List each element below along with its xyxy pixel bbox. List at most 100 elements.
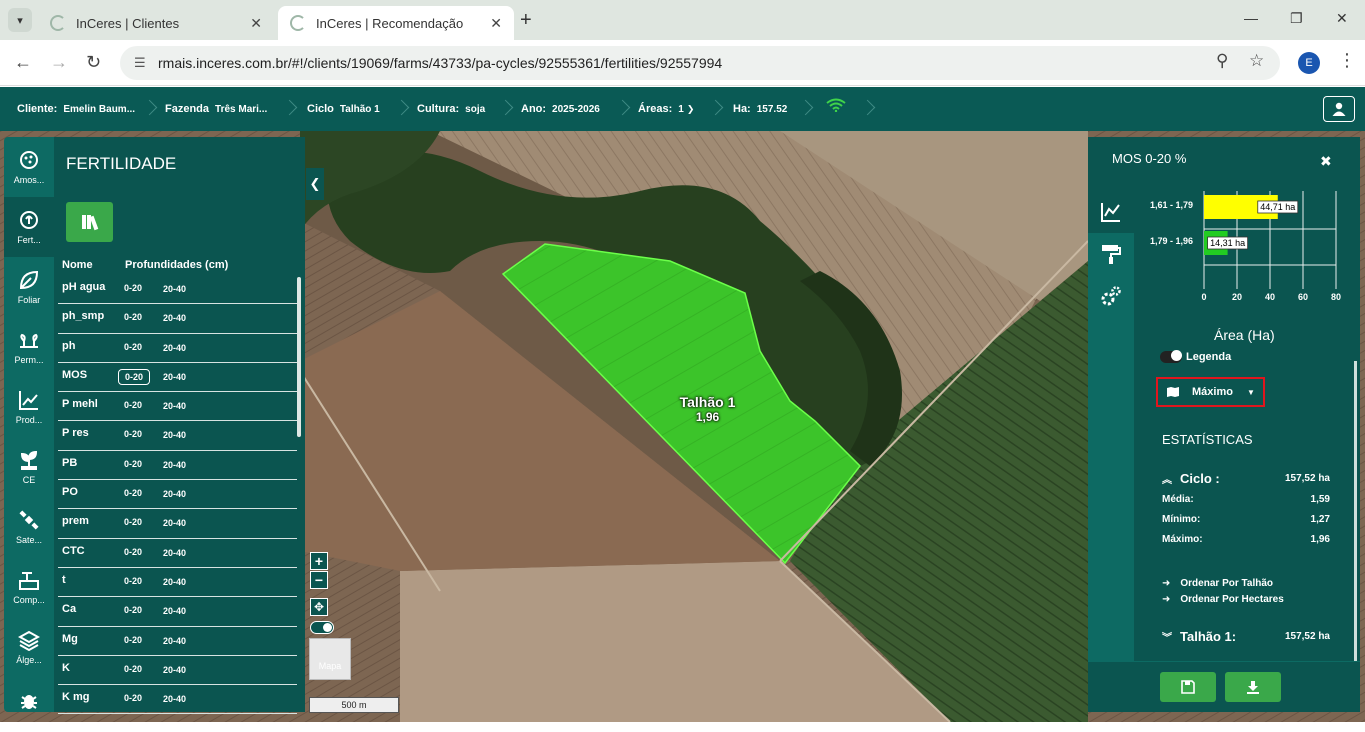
fertility-row[interactable]: PB 0-20 20-40 (58, 451, 297, 481)
scrollbar[interactable] (297, 277, 301, 437)
sidebar-item-produtividade[interactable]: Prod... (4, 377, 54, 437)
site-info-icon[interactable]: ☰ (134, 55, 146, 71)
depth-20-40-option[interactable]: 20-40 (163, 694, 186, 704)
depth-20-40-option[interactable]: 20-40 (163, 284, 186, 294)
sidebar-item-amostragem[interactable]: Amos... (4, 137, 54, 197)
depth-0-20-option[interactable]: 0-20 (118, 662, 148, 676)
statistic-select[interactable]: Máximo ▼ (1156, 377, 1265, 407)
profile-avatar[interactable]: E (1298, 52, 1320, 74)
browser-tab-recomendacao[interactable]: InCeres | Recomendação ✕ (278, 6, 514, 40)
depth-0-20-option[interactable]: 0-20 (118, 574, 148, 588)
sidebar-item-ce[interactable]: CE (4, 437, 54, 497)
legend-switch[interactable] (1160, 350, 1182, 363)
depth-0-20-option[interactable]: 0-20 (118, 486, 148, 500)
tab-search-button[interactable]: ▾ (8, 8, 32, 32)
sidebar-item-satelite[interactable]: Sate... (4, 497, 54, 557)
zoom-in-button[interactable]: + (310, 552, 328, 570)
sidebar-item-permanentes[interactable]: Perm... (4, 317, 54, 377)
fertility-row[interactable]: K mg 0-20 20-40 (58, 685, 297, 715)
user-menu-button[interactable] (1323, 96, 1355, 122)
back-icon[interactable]: ← (14, 52, 32, 73)
depth-20-40-option[interactable]: 20-40 (163, 313, 186, 323)
crumb-ano[interactable]: Ano: 2025-2026 (521, 87, 600, 131)
sidebar-item-pragas[interactable] (4, 672, 54, 732)
close-icon[interactable]: ✕ (490, 15, 502, 32)
library-button[interactable] (66, 202, 113, 242)
fertility-row[interactable]: ph_smp 0-20 20-40 (58, 304, 297, 334)
save-button[interactable] (1160, 672, 1216, 702)
maximize-icon[interactable]: ❐ (1290, 10, 1303, 27)
zoom-icon[interactable]: ⚲ (1216, 51, 1228, 71)
crumb-fazenda[interactable]: Fazenda Três Mari... (165, 87, 267, 131)
depth-20-40-option[interactable]: 20-40 (163, 489, 186, 499)
scrollbar[interactable] (1354, 361, 1357, 661)
layer-toggle[interactable] (310, 621, 334, 634)
url-input[interactable]: ☰ rmais.inceres.com.br/#!/clients/19069/… (120, 46, 1280, 80)
depth-0-20-option[interactable]: 0-20 (118, 281, 148, 295)
depth-0-20-option[interactable]: 0-20 (118, 457, 148, 471)
sidebar-item-foliar[interactable]: Foliar (4, 257, 54, 317)
fertility-row[interactable]: P mehl 0-20 20-40 (58, 392, 297, 422)
depth-20-40-option[interactable]: 20-40 (163, 548, 186, 558)
crumb-ciclo[interactable]: Ciclo Talhão 1 (307, 87, 380, 131)
new-tab-button[interactable]: + (520, 9, 532, 32)
talhao-summary[interactable]: ︾ Talhão 1: 157,52 ha (1162, 629, 1330, 644)
window-close-icon[interactable]: ✕ (1336, 10, 1348, 27)
zoom-out-button[interactable]: − (310, 571, 328, 589)
basemap-thumbnail[interactable]: Mapa (309, 638, 351, 680)
tab-paint[interactable] (1088, 233, 1134, 275)
depth-20-40-option[interactable]: 20-40 (163, 577, 186, 587)
close-icon[interactable]: ✕ (250, 15, 262, 32)
fertility-row[interactable]: Ca 0-20 20-40 (58, 597, 297, 627)
browser-menu-icon[interactable]: ⋮ (1338, 50, 1356, 71)
depth-20-40-option[interactable]: 20-40 (163, 606, 186, 616)
close-icon[interactable]: ✖ (1320, 153, 1332, 170)
depth-0-20-option[interactable]: 0-20 (118, 633, 148, 647)
bookmark-star-icon[interactable]: ☆ (1249, 51, 1264, 71)
fertility-row[interactable]: P res 0-20 20-40 (58, 421, 297, 451)
browser-tab-clientes[interactable]: InCeres | Clientes ✕ (38, 6, 274, 40)
fertility-row[interactable]: prem 0-20 20-40 (58, 509, 297, 539)
depth-0-20-option[interactable]: 0-20 (118, 691, 148, 705)
tab-chart[interactable] (1088, 191, 1134, 233)
depth-20-40-option[interactable]: 20-40 (163, 430, 186, 440)
download-button[interactable] (1225, 672, 1281, 702)
depth-0-20-option[interactable]: 0-20 (118, 368, 151, 385)
fertility-row[interactable]: MOS 0-20 20-40 (58, 363, 297, 393)
depth-0-20-option[interactable]: 0-20 (118, 427, 148, 441)
depth-20-40-option[interactable]: 20-40 (163, 518, 186, 528)
depth-0-20-option[interactable]: 0-20 (118, 310, 148, 324)
fertility-row[interactable]: t 0-20 20-40 (58, 568, 297, 598)
depth-20-40-option[interactable]: 20-40 (163, 636, 186, 646)
sidebar-item-fertilidade[interactable]: Fert... (4, 197, 54, 257)
depth-0-20-option[interactable]: 0-20 (118, 603, 148, 617)
cycle-summary[interactable]: ︽ Ciclo : 157,52 ha (1162, 471, 1330, 486)
reload-icon[interactable]: ↻ (86, 52, 101, 73)
order-by-talhao-link[interactable]: ➜ Ordenar Por Talhão (1162, 578, 1273, 589)
fertility-row[interactable]: K 0-20 20-40 (58, 656, 297, 686)
minimize-icon[interactable]: — (1244, 10, 1258, 26)
depth-20-40-option[interactable]: 20-40 (163, 460, 186, 470)
fertility-row[interactable]: ph 0-20 20-40 (58, 334, 297, 363)
forward-icon[interactable]: → (50, 52, 68, 73)
depth-0-20-option[interactable]: 0-20 (118, 515, 148, 529)
fertility-row[interactable]: PO 0-20 20-40 (58, 480, 297, 510)
fertility-row[interactable]: Mg 0-20 20-40 (58, 627, 297, 656)
depth-0-20-option[interactable]: 0-20 (118, 340, 148, 354)
crumb-ha[interactable]: Ha: 157.52 (733, 87, 787, 131)
fertility-row[interactable]: pH agua 0-20 20-40 (58, 275, 297, 305)
pan-icon[interactable]: ✥ (310, 598, 328, 616)
fertility-row[interactable]: CTC 0-20 20-40 (58, 539, 297, 568)
tab-settings[interactable] (1088, 275, 1134, 317)
sidebar-item-compactacao[interactable]: Comp... (4, 557, 54, 617)
legend-toggle-row[interactable]: Legenda (1160, 350, 1231, 363)
depth-20-40-option[interactable]: 20-40 (163, 372, 186, 382)
crumb-cliente[interactable]: Cliente: Emelin Baum... (17, 87, 135, 131)
depth-0-20-option[interactable]: 0-20 (118, 545, 148, 559)
crumb-cultura[interactable]: Cultura: soja (417, 87, 485, 131)
depth-0-20-option[interactable]: 0-20 (118, 398, 148, 412)
depth-20-40-option[interactable]: 20-40 (163, 343, 186, 353)
order-by-hectares-link[interactable]: ➜ Ordenar Por Hectares (1162, 594, 1284, 605)
sidebar-item-algebra[interactable]: Álge... (4, 617, 54, 677)
depth-20-40-option[interactable]: 20-40 (163, 665, 186, 675)
